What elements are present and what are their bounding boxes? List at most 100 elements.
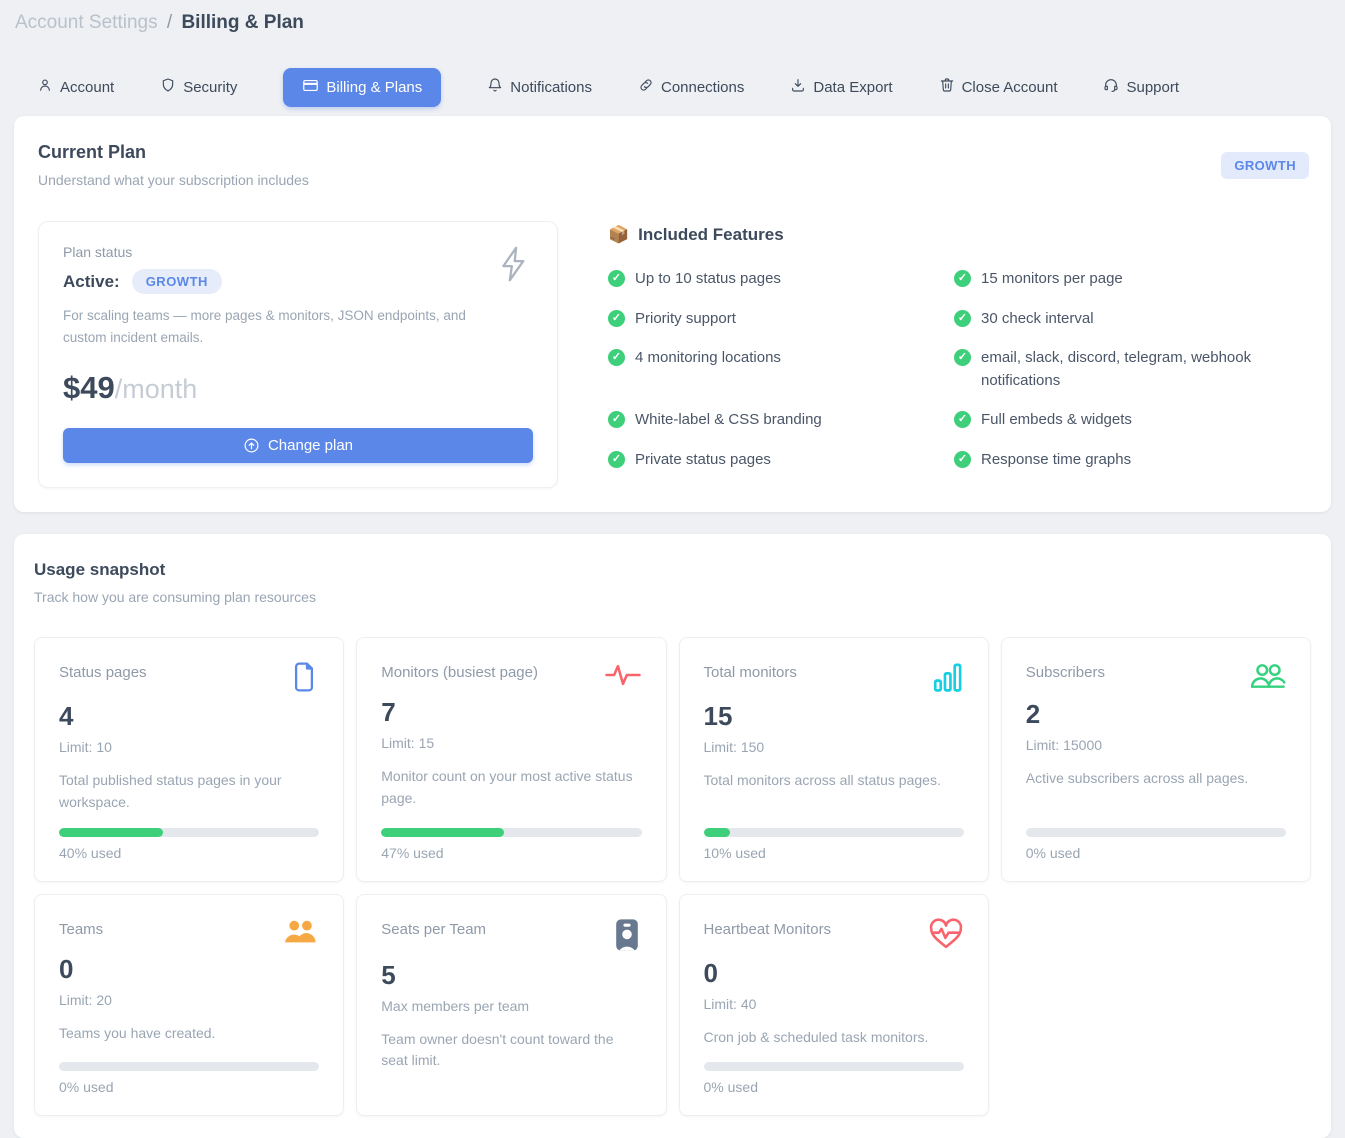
usage-card-value: 15 — [704, 701, 964, 732]
feature-item: ✓ email, slack, discord, telegram, webhoo… — [954, 347, 1287, 392]
shield-icon — [160, 77, 176, 97]
breadcrumb: Account Settings / Billing & Plan — [0, 0, 1345, 34]
tab-support[interactable]: Support — [1103, 77, 1179, 97]
usage-card-subscribers: Subscribers 2 Limit: 15000 Active subscr… — [1001, 637, 1311, 881]
feature-item: ✓ Private status pages — [608, 449, 954, 472]
usage-card-description: Total monitors across all status pages. — [704, 770, 964, 792]
download-icon — [790, 77, 806, 97]
tab-close-account[interactable]: Close Account — [939, 77, 1058, 97]
plan-state-badge: GROWTH — [132, 269, 222, 294]
usage-grid-empty-cell — [1001, 894, 1311, 1117]
user-icon — [37, 77, 53, 97]
change-plan-button[interactable]: Change plan — [63, 428, 533, 463]
usage-card-title: Monitors (busiest page) — [381, 660, 538, 681]
features-title: Included Features — [638, 225, 783, 245]
bell-icon — [487, 77, 503, 97]
progress-bar — [59, 1062, 319, 1071]
price-amount: $49 — [63, 370, 115, 405]
tab-label: Close Account — [962, 79, 1058, 96]
tab-billing-plans[interactable]: Billing & Plans — [283, 68, 441, 107]
check-icon: ✓ — [608, 310, 625, 327]
lightning-icon — [497, 244, 531, 289]
usage-title: Usage snapshot — [34, 560, 1311, 580]
check-icon: ✓ — [608, 451, 625, 468]
tab-label: Billing & Plans — [326, 79, 422, 96]
percent-used-label: 40% used — [59, 845, 319, 861]
current-plan-title: Current Plan — [38, 142, 1307, 163]
current-plan-subtitle: Understand what your subscription includ… — [38, 172, 1307, 188]
usage-card-limit: Limit: 20 — [59, 992, 319, 1008]
feature-item: ✓White-label & CSS branding — [608, 409, 954, 432]
check-icon: ✓ — [608, 349, 625, 366]
plan-tier-badge: GROWTH — [1221, 152, 1309, 179]
check-icon: ✓ — [954, 270, 971, 287]
tab-data-export[interactable]: Data Export — [790, 77, 892, 97]
feature-item: ✓Up to 10 status pages — [608, 268, 954, 291]
features-grid: ✓Up to 10 status pages ✓15 monitors per … — [608, 268, 1307, 471]
plan-state: Active: — [63, 272, 120, 292]
tab-notifications[interactable]: Notifications — [487, 77, 592, 97]
upgrade-circle-arrow-icon — [243, 437, 260, 454]
price-period: /month — [115, 374, 198, 404]
usage-card-description: Active subscribers across all pages. — [1026, 768, 1286, 790]
feature-item: ✓Priority support — [608, 308, 954, 331]
headset-icon — [1103, 77, 1119, 97]
check-icon: ✓ — [954, 310, 971, 327]
usage-card-limit: Limit: 15000 — [1026, 737, 1286, 753]
percent-used-label: 10% used — [704, 845, 964, 861]
usage-card-description: Cron job & scheduled task monitors. — [704, 1027, 964, 1049]
check-icon: ✓ — [954, 349, 971, 366]
usage-card-limit: Limit: 150 — [704, 739, 964, 755]
progress-fill — [59, 828, 163, 837]
users-filled-icon — [281, 917, 319, 952]
progress-bar — [1026, 828, 1286, 837]
breadcrumb-section: Account Settings — [15, 12, 158, 33]
users-outline-icon — [1248, 660, 1286, 697]
progress-bar — [381, 828, 641, 837]
progress-fill — [704, 828, 730, 837]
bar-chart-icon — [932, 660, 964, 699]
credit-card-icon — [302, 77, 319, 98]
usage-card-description: Team owner doesn't count toward the seat… — [381, 1029, 641, 1072]
feature-label: Private status pages — [635, 449, 771, 472]
tab-account[interactable]: Account — [37, 77, 114, 97]
usage-card-value: 4 — [59, 701, 319, 732]
tab-label: Security — [183, 79, 237, 96]
change-plan-label: Change plan — [268, 437, 353, 454]
progress-bar — [704, 1062, 964, 1071]
usage-card-title: Total monitors — [704, 660, 797, 681]
usage-card-limit: Max members per team — [381, 998, 641, 1014]
plan-description: For scaling teams — more pages & monitor… — [63, 305, 493, 348]
usage-card-value: 0 — [59, 954, 319, 985]
feature-label: 30 check interval — [981, 308, 1094, 331]
usage-card-limit: Limit: 10 — [59, 739, 319, 755]
current-plan-panel: Current Plan Understand what your subscr… — [14, 116, 1331, 512]
document-icon — [289, 660, 319, 699]
progress-fill — [381, 828, 503, 837]
check-icon: ✓ — [954, 411, 971, 428]
feature-item: ✓Response time graphs — [954, 449, 1287, 472]
feature-item: ✓15 monitors per page — [954, 268, 1287, 291]
usage-card-title: Heartbeat Monitors — [704, 917, 832, 938]
usage-card-value: 7 — [381, 697, 641, 728]
feature-label: Response time graphs — [981, 449, 1131, 472]
tab-connections[interactable]: Connections — [638, 77, 744, 97]
usage-card-seats-per-team: Seats per Team 5 Max members per team Te… — [356, 894, 666, 1117]
usage-card-title: Seats per Team — [381, 917, 486, 938]
tab-security[interactable]: Security — [160, 77, 237, 97]
feature-item: ✓Full embeds & widgets — [954, 409, 1287, 432]
usage-card-total-monitors: Total monitors 15 Limit: 150 Total monit… — [679, 637, 989, 881]
link-icon — [638, 77, 654, 97]
tab-label: Connections — [661, 79, 744, 96]
usage-card-description: Teams you have created. — [59, 1023, 319, 1045]
check-icon: ✓ — [608, 411, 625, 428]
usage-card-title: Teams — [59, 917, 103, 938]
usage-card-title: Subscribers — [1026, 660, 1105, 681]
percent-used-label: 0% used — [1026, 845, 1286, 861]
tab-label: Notifications — [510, 79, 592, 96]
usage-card-status-pages: Status pages 4 Limit: 10 Total published… — [34, 637, 344, 881]
feature-label: email, slack, discord, telegram, webhook… — [981, 347, 1287, 392]
percent-used-label: 0% used — [59, 1079, 319, 1095]
activity-icon — [604, 660, 642, 695]
usage-card-title: Status pages — [59, 660, 147, 681]
